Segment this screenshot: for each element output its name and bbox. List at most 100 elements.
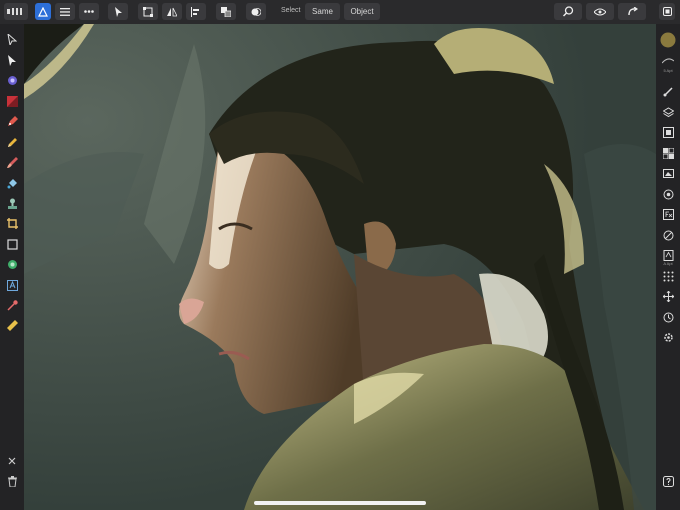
align-button[interactable] (186, 3, 206, 20)
hamburger-icon (60, 7, 70, 16)
select-label: Select (281, 7, 301, 14)
view-tool-icon (7, 75, 17, 85)
ruler-tool[interactable] (5, 318, 19, 332)
home-indicator[interactable] (254, 501, 426, 505)
pencil-tool[interactable] (5, 135, 19, 149)
close-tool[interactable] (5, 454, 19, 468)
stamp-tool-icon (7, 198, 17, 209)
history-panel-button[interactable] (661, 310, 675, 324)
arrow-cursor-icon (114, 6, 122, 17)
delete-button[interactable] (5, 474, 19, 488)
painting-artwork (24, 24, 656, 510)
pen-tool[interactable] (5, 114, 19, 128)
paint-brush-tool[interactable] (5, 155, 19, 169)
transform-cross-icon (662, 290, 674, 302)
gear-icon (663, 332, 673, 342)
paint-brush-tool-icon (6, 156, 18, 168)
move-tool[interactable] (5, 32, 19, 46)
settings-panel-button[interactable] (661, 330, 675, 344)
brush-stroke-icon (662, 58, 674, 64)
undo-button[interactable] (618, 3, 646, 20)
move-tool-icon (7, 33, 17, 45)
layers-panel-button[interactable] (661, 105, 675, 119)
brush-size-label: 5 Apt (663, 68, 673, 73)
color-picker-tool-icon (6, 95, 18, 107)
top-toolbar: Select Same Object (0, 0, 680, 24)
align-icon (191, 6, 199, 17)
styles-icon (663, 230, 673, 240)
document-menu-button[interactable] (55, 3, 75, 20)
assets-panel-button[interactable] (661, 248, 675, 262)
studio-panel: 5 Apt A Apt (656, 24, 680, 510)
text-tool-icon (6, 279, 18, 291)
pen-tool-icon (7, 115, 18, 126)
adjustments-icon (662, 126, 674, 138)
more-options-button[interactable] (79, 3, 99, 20)
eye-icon (594, 8, 606, 15)
select-same-button[interactable]: Same (305, 3, 340, 20)
trash-icon (7, 475, 17, 487)
stamp-tool[interactable] (5, 196, 19, 210)
transform-icon (143, 6, 153, 17)
character-panel-button[interactable] (661, 269, 675, 283)
select-same-label: Same (312, 7, 333, 16)
undo-icon (627, 7, 638, 16)
arrange-button[interactable] (216, 3, 236, 20)
boolean-icon (251, 7, 261, 16)
select-object-button[interactable]: Object (344, 3, 380, 20)
color-picker-tool[interactable] (5, 94, 19, 108)
grid-dots-icon (663, 271, 673, 281)
studio-toggle-button[interactable] (659, 3, 675, 20)
adjustments-panel-button[interactable] (661, 125, 675, 139)
ruler-tool-icon (6, 319, 18, 331)
tools-panel (0, 24, 24, 510)
text-tool[interactable] (5, 278, 19, 292)
shape-tool[interactable] (5, 257, 19, 271)
brush-panel-icon (663, 86, 673, 96)
effects-panel-button[interactable] (661, 187, 675, 201)
eyedropper-tool-icon (6, 299, 18, 311)
swatches-icon (662, 147, 674, 159)
fill-tool-icon (7, 178, 17, 188)
help-icon (662, 475, 674, 487)
crop-tool[interactable] (5, 216, 19, 230)
effects-icon (663, 189, 673, 199)
flip-button[interactable] (162, 3, 182, 20)
swatches-panel-button[interactable] (661, 146, 675, 160)
help-button[interactable] (661, 474, 675, 488)
grid-menu-icon (7, 8, 22, 15)
designer-persona-button[interactable] (35, 3, 51, 20)
brushes-panel-button[interactable] (661, 54, 675, 68)
zoom-button[interactable] (554, 3, 582, 20)
boolean-button[interactable] (246, 3, 266, 20)
ellipsis-icon (84, 10, 94, 13)
magnifier-icon (562, 6, 573, 17)
crop-tool-icon (6, 217, 18, 229)
select-tool-button[interactable] (108, 3, 128, 20)
persona-menu-button[interactable] (4, 3, 28, 20)
layers-icon (662, 106, 674, 117)
brush-panel-button[interactable] (661, 84, 675, 98)
studio-icon (662, 7, 672, 16)
fill-tool[interactable] (5, 176, 19, 190)
color-swatch[interactable] (660, 32, 676, 48)
rectangle-tool-icon (6, 238, 18, 250)
navigator-icon (662, 168, 674, 178)
assets-icon (663, 249, 673, 261)
history-clock-icon (663, 312, 673, 322)
eyedropper-tool[interactable] (5, 298, 19, 312)
navigator-panel-button[interactable] (661, 166, 675, 180)
transform-panel-button[interactable] (661, 289, 675, 303)
fx-icon (662, 208, 674, 220)
shape-tool-icon (7, 259, 17, 269)
document-canvas[interactable] (24, 24, 656, 510)
styles-panel-button[interactable] (661, 228, 675, 242)
transform-button[interactable] (138, 3, 158, 20)
designer-persona-icon (38, 6, 48, 17)
view-tool[interactable] (5, 73, 19, 87)
fx-panel-button[interactable] (661, 207, 675, 221)
rectangle-tool[interactable] (5, 237, 19, 251)
node-tool[interactable] (5, 53, 19, 67)
color-swatch-icon (660, 32, 676, 48)
view-mode-button[interactable] (586, 3, 614, 20)
